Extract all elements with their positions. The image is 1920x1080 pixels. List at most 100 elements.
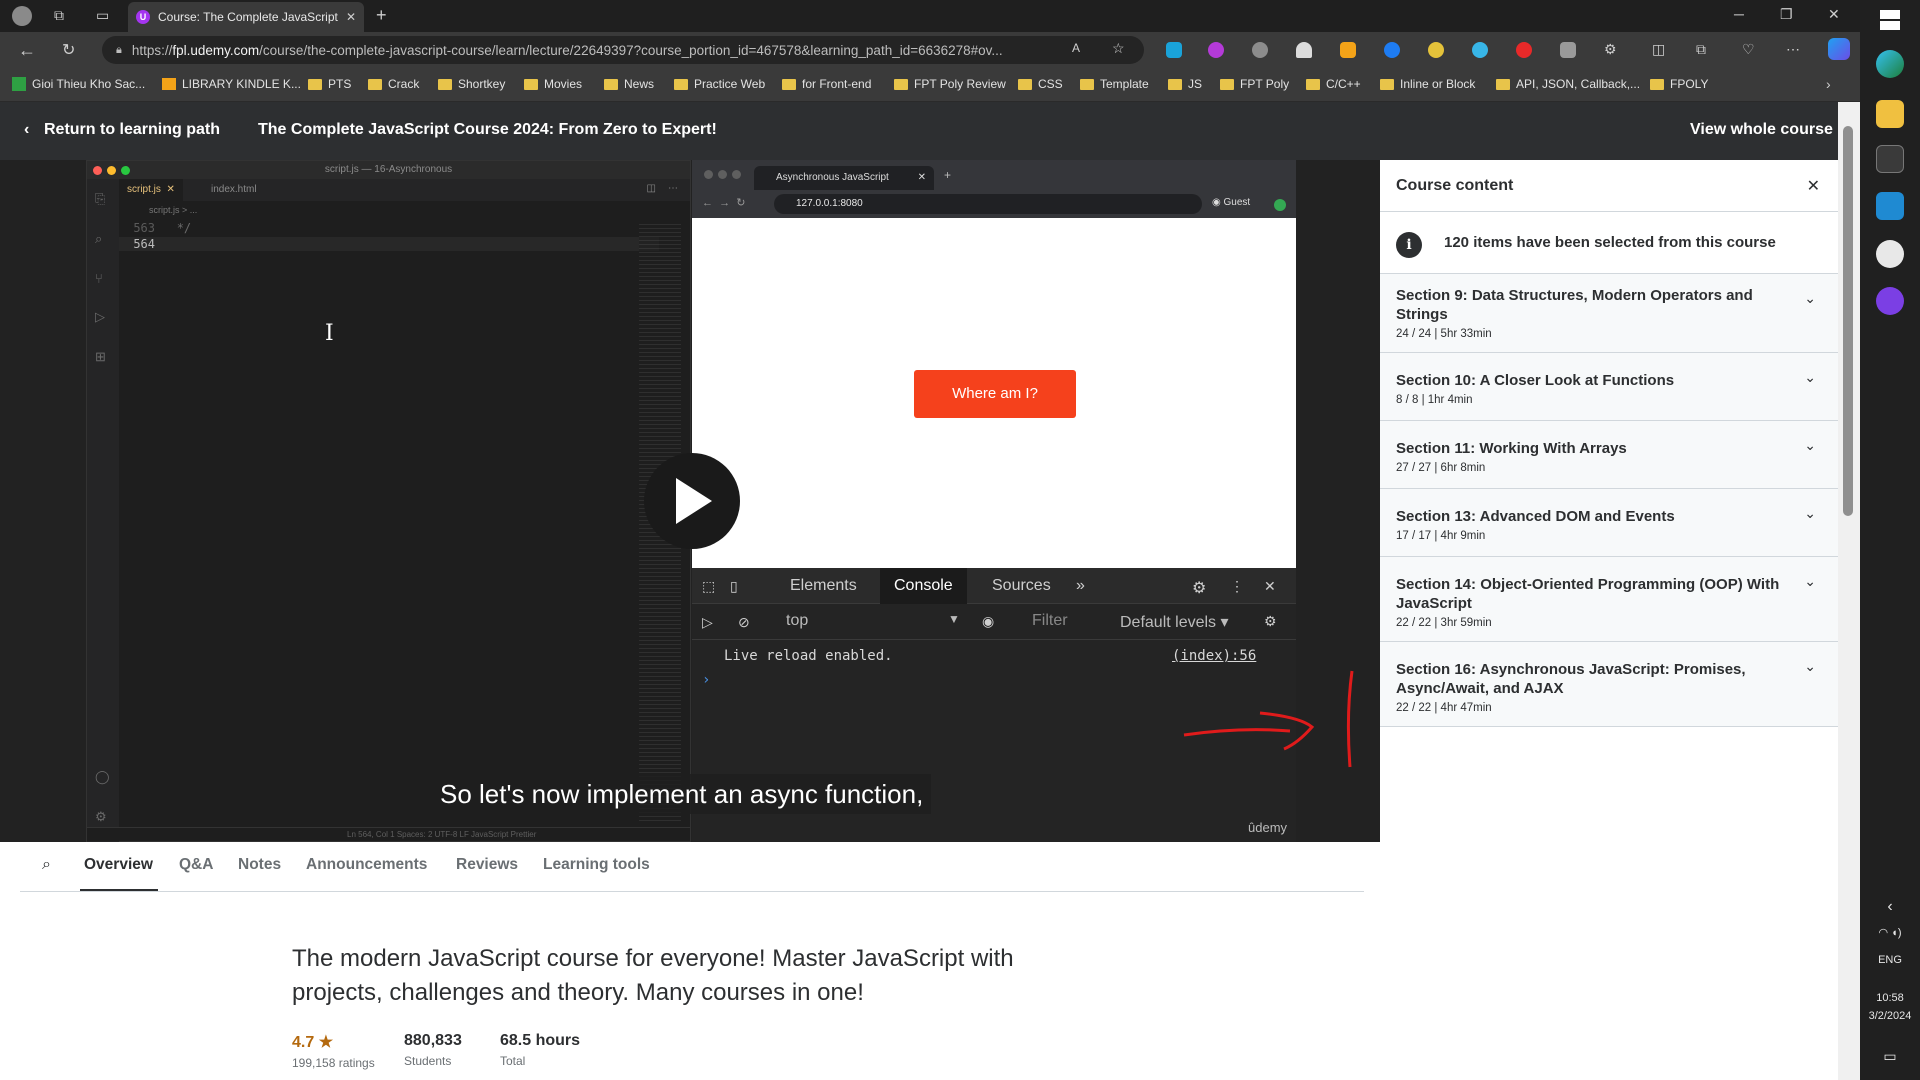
video-player[interactable]: script.js — 16-Asynchronous ⎘ ⌕ ⑂ ▷ ⊞ ◯ … (0, 160, 1380, 843)
bookmark-folder[interactable]: Inline or Block (1380, 77, 1475, 91)
more-menu-icon[interactable]: ⋯ (1786, 41, 1800, 58)
bookmark-folder[interactable]: for Front-end (782, 77, 871, 91)
view-whole-course-link[interactable]: View whole course (1690, 121, 1833, 139)
language-indicator[interactable]: ENG (1860, 954, 1920, 966)
windows-start-icon[interactable] (1880, 10, 1900, 30)
chevron-down-icon[interactable]: ⌄ (1804, 437, 1816, 454)
bookmark-item[interactable]: LIBRARY KINDLE K... (162, 77, 301, 91)
section-10[interactable]: Section 10: A Closer Look at Functions 8… (1380, 353, 1838, 421)
dot (704, 170, 713, 179)
extension-3-icon[interactable] (1252, 42, 1268, 58)
tab-udemy-course[interactable]: U Course: The Complete JavaScript ✕ (128, 2, 364, 32)
bookmark-folder[interactable]: Crack (368, 77, 419, 91)
context-select: top (786, 612, 809, 629)
play-button[interactable] (644, 453, 740, 549)
tab-learning-tools[interactable]: Learning tools (543, 856, 650, 874)
address-bar[interactable]: 🔒︎ https://fpl.udemy.com/course/the-comp… (102, 36, 1144, 64)
section-16[interactable]: Section 16: Asynchronous JavaScript: Pro… (1380, 642, 1838, 727)
media-player-icon[interactable] (1876, 287, 1904, 315)
section-title: Section 16: Asynchronous JavaScript: Pro… (1396, 661, 1746, 697)
extension-4-icon[interactable] (1296, 42, 1312, 58)
vscode-tabs: script.js ✕ index.html ◫ ⋯ (119, 179, 690, 201)
page-scrollbar[interactable] (1838, 102, 1860, 1080)
bookmark-folder[interactable]: CSS (1018, 77, 1063, 91)
chevron-down-icon[interactable]: ⌄ (1804, 290, 1816, 307)
tab-announcements[interactable]: Announcements (306, 856, 427, 874)
bookmark-folder[interactable]: Movies (524, 77, 582, 91)
extension-1-icon[interactable] (1166, 42, 1182, 58)
extension-6-icon[interactable] (1384, 42, 1400, 58)
bookmark-folder[interactable]: Practice Web (674, 77, 765, 91)
read-aloud-icon[interactable]: A (1072, 41, 1080, 55)
show-hidden-icons[interactable]: ‹ (1860, 898, 1920, 916)
chevron-down-icon[interactable]: ⌄ (1804, 369, 1816, 386)
copilot-icon[interactable] (1828, 38, 1850, 60)
bookmark-item[interactable]: Gioi Thieu Kho Sac... (12, 77, 145, 91)
bookmark-folder[interactable]: C/C++ (1306, 77, 1361, 91)
console-message: Live reload enabled. (724, 648, 893, 664)
bookmark-folder[interactable]: JS (1168, 77, 1202, 91)
tab-actions-icon[interactable]: ▭ (96, 7, 109, 24)
terminal-icon[interactable] (1876, 145, 1904, 173)
vscode-icon[interactable] (1876, 192, 1904, 220)
favorite-star-icon[interactable]: ☆ (1112, 40, 1125, 57)
restore-icon[interactable]: ❐ (1780, 6, 1793, 23)
tab-qa[interactable]: Q&A (179, 856, 213, 874)
tab-console: Console (880, 568, 967, 604)
breadcrumb: script.js > ... (149, 205, 198, 215)
bookmark-folder[interactable]: FPT Poly (1220, 77, 1289, 91)
back-icon[interactable]: ← (18, 40, 36, 61)
new-tab-icon[interactable]: + (376, 5, 387, 26)
section-14[interactable]: Section 14: Object-Oriented Programming … (1380, 557, 1838, 642)
extension-8-icon[interactable] (1472, 42, 1488, 58)
tab-notes[interactable]: Notes (238, 856, 281, 874)
extensions-icon[interactable]: ⚙ (1604, 41, 1617, 58)
clock-time[interactable]: 10:58 (1860, 992, 1920, 1004)
wifi-volume-icons[interactable]: ◠ ◖) (1860, 926, 1920, 939)
refresh-icon[interactable]: ↻ (62, 40, 75, 60)
chevron-left-icon[interactable]: ‹ (24, 121, 29, 139)
clock-date[interactable]: 3/2/2024 (1860, 1010, 1920, 1022)
bookmark-folder[interactable]: PTS (308, 77, 351, 91)
extension-2-icon[interactable] (1208, 42, 1224, 58)
bookmark-folder[interactable]: Shortkey (438, 77, 505, 91)
scrollbar-thumb[interactable] (1843, 126, 1853, 516)
extension-5-icon[interactable] (1340, 42, 1356, 58)
chat-app-icon[interactable] (1876, 240, 1904, 268)
extension-9-icon[interactable] (1516, 42, 1532, 58)
split-screen-icon[interactable]: ◫ (1652, 41, 1665, 58)
bookmarks-overflow-icon[interactable]: › (1826, 76, 1831, 92)
minimize-icon[interactable]: ─ (1734, 6, 1744, 22)
notifications-icon[interactable]: ▭ (1860, 1048, 1920, 1065)
profile-icon[interactable] (12, 6, 32, 26)
dot (718, 170, 727, 179)
close-window-icon[interactable]: ✕ (1828, 6, 1840, 23)
extension-10-icon[interactable] (1560, 42, 1576, 58)
bookmark-folder[interactable]: API, JSON, Callback,... (1496, 77, 1640, 91)
tab-overview[interactable]: Overview (84, 856, 153, 874)
extension-7-icon[interactable] (1428, 42, 1444, 58)
explorer-icon: ⎘ (95, 191, 106, 206)
chevron-down-icon[interactable]: ⌄ (1804, 573, 1816, 590)
file-explorer-icon[interactable] (1876, 100, 1904, 128)
return-to-learning-path-link[interactable]: Return to learning path (44, 121, 220, 139)
search-icon[interactable]: ⌕ (42, 856, 51, 874)
close-tab-icon[interactable]: ✕ (346, 10, 356, 24)
tab-reviews[interactable]: Reviews (456, 856, 518, 874)
selection-info: i 120 items have been selected from this… (1380, 212, 1838, 274)
section-13[interactable]: Section 13: Advanced DOM and Events 17 /… (1380, 489, 1838, 557)
performance-icon[interactable]: ♡ (1742, 41, 1755, 58)
browser-tab-strip: ⧉ ▭ U Course: The Complete JavaScript ✕ … (0, 0, 1860, 32)
bookmark-folder[interactable]: FPOLY (1650, 77, 1708, 91)
close-sidebar-icon[interactable]: ✕ (1807, 176, 1820, 196)
workspaces-icon[interactable]: ⧉ (54, 7, 64, 24)
chevron-down-icon[interactable]: ⌄ (1804, 658, 1816, 675)
chevron-down-icon[interactable]: ⌄ (1804, 505, 1816, 522)
section-11[interactable]: Section 11: Working With Arrays 27 / 27 … (1380, 421, 1838, 489)
section-9[interactable]: Section 9: Data Structures, Modern Opera… (1380, 274, 1838, 353)
bookmark-folder[interactable]: FPT Poly Review (894, 77, 1006, 91)
bookmark-folder[interactable]: News (604, 77, 654, 91)
collections-icon[interactable]: ⧉ (1696, 41, 1706, 58)
edge-icon[interactable] (1876, 50, 1904, 78)
bookmark-folder[interactable]: Template (1080, 77, 1149, 91)
